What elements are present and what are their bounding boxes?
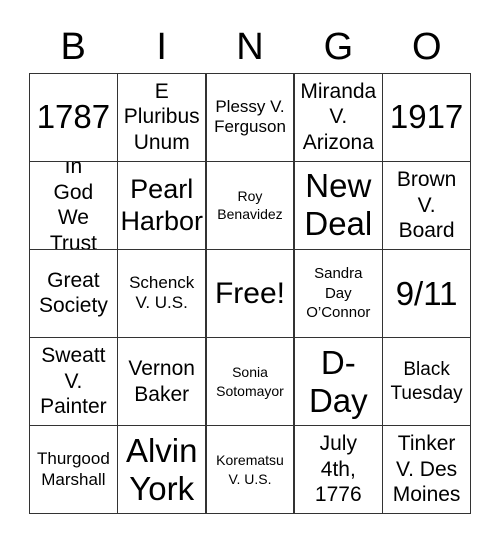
bingo-cell-r1-c3[interactable]: Plessy V. Ferguson — [206, 74, 294, 161]
bingo-cell-r3-c5[interactable]: 9/11 — [383, 250, 470, 337]
bingo-cell-r2-c5[interactable]: Brown V. Board — [383, 162, 470, 249]
bingo-cell-r4-c2[interactable]: Vernon Baker — [118, 338, 206, 425]
bingo-cell-r4-c5[interactable]: Black Tuesday — [383, 338, 470, 425]
bingo-cell-r5-c2[interactable]: Alvin York — [118, 426, 206, 513]
bingo-cell-r4-c4[interactable]: D-Day — [294, 338, 382, 425]
bingo-cell-r4-c1[interactable]: Sweatt V. Painter — [30, 338, 117, 425]
free-space[interactable]: Free! — [206, 250, 294, 337]
header-letter-b: B — [60, 26, 86, 68]
bingo-cell-r2-c1[interactable]: In God We Trust — [30, 162, 117, 249]
bingo-cell-r5-c1[interactable]: Thurgood Marshall — [30, 426, 117, 513]
bingo-cell-r3-c2[interactable]: Schenck V. U.S. — [118, 250, 206, 337]
header-letter-o: O — [412, 26, 442, 68]
bingo-cell-r2-c3[interactable]: Roy Benavidez — [206, 162, 294, 249]
header-letter-g: G — [323, 26, 354, 68]
bingo-cell-r2-c2[interactable]: Pearl Harbor — [118, 162, 206, 249]
header-letter-i: I — [156, 26, 167, 68]
bingo-cell-r1-c4[interactable]: Miranda V. Arizona — [294, 74, 382, 161]
bingo-cell-r5-c5[interactable]: Tinker V. Des Moines — [383, 426, 470, 513]
bingo-cell-r1-c1[interactable]: 1787 — [30, 74, 117, 161]
bingo-cell-r3-c4[interactable]: Sandra Day O’Connor — [294, 250, 382, 337]
bingo-cell-r3-c1[interactable]: Great Society — [30, 250, 117, 337]
bingo-cell-r4-c3[interactable]: Sonia Sotomayor — [206, 338, 294, 425]
bingo-cell-r1-c2[interactable]: E Pluribus Unum — [118, 74, 206, 161]
bingo-cell-r5-c4[interactable]: July 4th, 1776 — [294, 426, 382, 513]
bingo-board: 1787 E Pluribus Unum Plessy V. Ferguson … — [29, 73, 471, 514]
bingo-cell-r1-c5[interactable]: 1917 — [383, 74, 470, 161]
bingo-cell-r5-c3[interactable]: Korematsu V. U.S. — [206, 426, 294, 513]
bingo-cell-r2-c4[interactable]: New Deal — [294, 162, 382, 249]
bingo-header: B I N G O — [29, 22, 471, 72]
header-letter-n: N — [236, 26, 264, 68]
